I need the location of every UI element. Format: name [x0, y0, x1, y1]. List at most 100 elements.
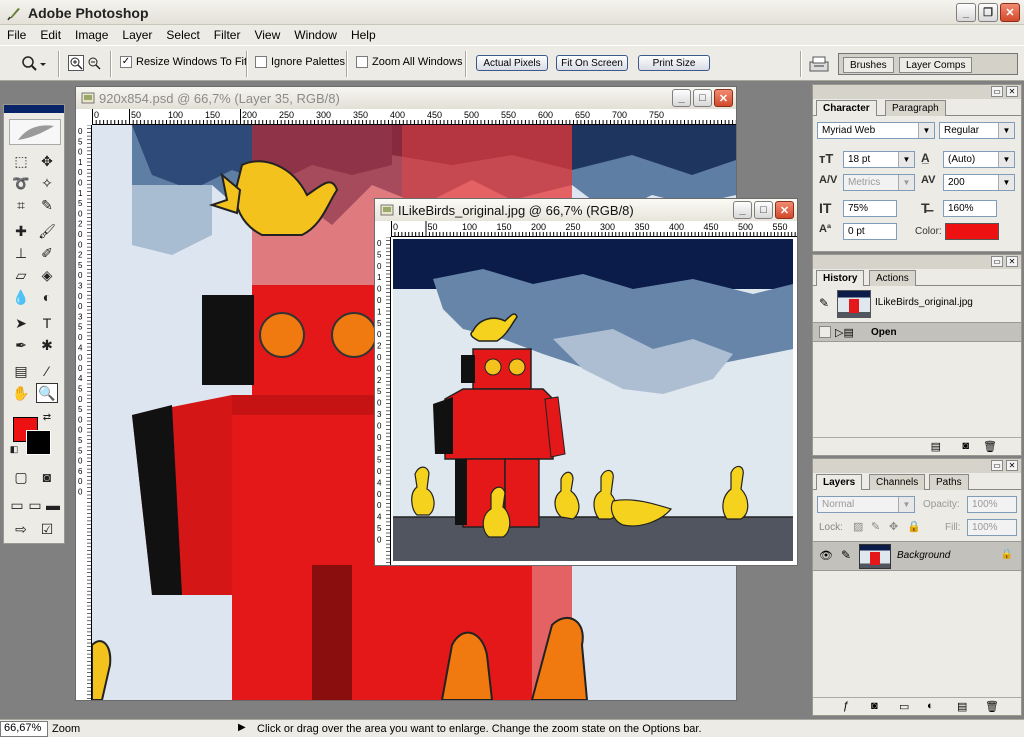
doc-close-button[interactable]: ✕ — [714, 89, 733, 107]
menu-select[interactable]: Select — [159, 28, 206, 42]
crop-tool[interactable]: ⌗ — [10, 195, 32, 215]
lock-transparency-icon[interactable]: ▨ — [853, 520, 863, 533]
dodge-tool[interactable]: ◐ — [36, 287, 58, 307]
menu-image[interactable]: Image — [68, 28, 115, 42]
notes-tool[interactable]: ▤ — [10, 361, 32, 381]
panel-close-icon[interactable]: ✕ — [1006, 460, 1018, 471]
zoom-level-field[interactable]: 66,67% — [0, 721, 48, 737]
history-snapshot-row[interactable]: ✎ ILikeBirds_original.jpg — [813, 287, 1021, 321]
opacity-field[interactable]: 100% — [967, 496, 1017, 513]
paint-bucket-tool[interactable]: ◈ — [36, 265, 58, 285]
zoom-all-windows-checkbox[interactable]: Zoom All Windows — [356, 56, 462, 68]
screen-mode-standard[interactable]: ▭ — [8, 495, 26, 515]
type-tool[interactable]: T — [36, 313, 58, 333]
adobe-online-button[interactable] — [9, 119, 61, 145]
tab-history[interactable]: History — [816, 270, 865, 286]
custom-shape-tool[interactable]: ✱ — [36, 335, 58, 355]
screen-mode-full-menu[interactable]: ▭ — [26, 495, 44, 515]
menu-file[interactable]: File — [0, 28, 33, 42]
blend-mode-select[interactable]: Normal ▼ — [817, 496, 915, 513]
font-style-select[interactable]: Regular ▼ — [939, 122, 1015, 139]
document-title-bar[interactable]: 920x854.psd @ 66,7% (Layer 35, RGB/8) _ … — [76, 87, 736, 109]
quick-mask-button[interactable]: ◙ — [36, 467, 58, 487]
new-group-icon[interactable]: ▭ — [899, 700, 909, 713]
doc-minimize-button[interactable]: _ — [733, 201, 752, 219]
doc-close-button[interactable]: ✕ — [775, 201, 794, 219]
resize-windows-checkbox[interactable]: ✓ Resize Windows To Fit — [120, 56, 247, 68]
ignore-palettes-checkbox[interactable]: Ignore Palettes — [255, 56, 345, 68]
canvas-robot-and-birds[interactable] — [393, 239, 793, 561]
panel-close-icon[interactable]: ✕ — [1006, 256, 1018, 267]
tab-paths[interactable]: Paths — [929, 474, 969, 490]
pen-tool[interactable]: ✒ — [10, 335, 32, 355]
status-menu-arrow-icon[interactable]: ▶ — [238, 722, 246, 733]
eyedropper-tool[interactable]: ⁄ — [36, 361, 58, 381]
healing-brush-tool[interactable]: ✚ — [10, 221, 32, 241]
lock-position-icon[interactable]: ✥ — [889, 520, 898, 533]
tracking-field[interactable]: 200 ▼ — [943, 174, 1015, 191]
vertical-ruler[interactable]: 050100150200250300350400450500550600 — [76, 125, 92, 700]
horizontal-ruler[interactable]: 0 50 100 150 200 250 300 350 400 450 500 550 600 650 7… — [92, 109, 736, 125]
file-browser-icon[interactable] — [808, 54, 830, 74]
history-state-row[interactable]: ▷▤ Open — [813, 322, 1021, 342]
tab-actions[interactable]: Actions — [869, 270, 916, 286]
menu-view[interactable]: View — [247, 28, 287, 42]
jump-to-imageready-icon[interactable]: ⇨ — [10, 519, 32, 539]
fill-field[interactable]: 100% — [967, 519, 1017, 536]
tab-layers[interactable]: Layers — [816, 474, 863, 490]
tab-character[interactable]: Character — [816, 100, 877, 116]
lock-all-icon[interactable]: 🔒 — [907, 520, 921, 533]
hand-tool[interactable]: ✋ — [10, 383, 32, 403]
zoom-tool-icon[interactable] — [20, 55, 46, 73]
eye-visibility-icon[interactable]: 👁 — [819, 549, 833, 562]
menu-help[interactable]: Help — [344, 28, 383, 42]
panel-minimize-icon[interactable]: ▭ — [991, 86, 1003, 97]
eraser-tool[interactable]: ▱ — [10, 265, 32, 285]
menu-window[interactable]: Window — [287, 28, 344, 42]
magic-wand-tool[interactable]: ✧ — [36, 173, 58, 193]
adjustment-layer-icon[interactable]: ◐ — [927, 700, 934, 712]
menu-filter[interactable]: Filter — [207, 28, 248, 42]
background-color-swatch[interactable] — [26, 430, 51, 455]
layer-style-icon[interactable]: ƒ — [843, 700, 849, 712]
vertical-scale-field[interactable]: 75% — [843, 200, 897, 217]
font-size-field[interactable]: 18 pt ▼ — [843, 151, 915, 168]
history-brush-tool[interactable]: ✐ — [36, 243, 58, 263]
well-tab-brushes[interactable]: Brushes — [843, 57, 894, 73]
new-snapshot-icon[interactable]: ◙ — [962, 440, 969, 452]
doc-minimize-button[interactable]: _ — [672, 89, 691, 107]
panel-minimize-icon[interactable]: ▭ — [991, 460, 1003, 471]
fit-on-screen-button[interactable]: Fit On Screen — [556, 55, 628, 71]
zoom-tool[interactable]: 🔍 — [36, 383, 58, 403]
move-tool[interactable]: ✥ — [36, 151, 58, 171]
kerning-field[interactable]: Metrics ▼ — [843, 174, 915, 191]
path-selection-tool[interactable]: ➤ — [10, 313, 32, 333]
text-color-swatch[interactable] — [945, 223, 999, 240]
slice-tool[interactable]: ✎ — [36, 195, 58, 215]
clone-stamp-tool[interactable]: ⊥ — [10, 243, 32, 263]
standard-mode-button[interactable]: ▢ — [10, 467, 32, 487]
tab-paragraph[interactable]: Paragraph — [885, 100, 946, 116]
toolbox-grip[interactable] — [4, 105, 64, 113]
restore-button[interactable]: ❐ — [978, 3, 998, 22]
screen-mode-full[interactable]: ▬ — [44, 495, 62, 515]
trash-icon[interactable]: 🗑 — [983, 440, 997, 453]
panel-grip[interactable] — [813, 255, 1021, 269]
panel-close-icon[interactable]: ✕ — [1006, 86, 1018, 97]
menu-edit[interactable]: Edit — [33, 28, 68, 42]
horizontal-ruler[interactable]: 0 50 100 150 200 250 300 350 400 450 500 550 — [391, 221, 797, 237]
well-tab-layer-comps[interactable]: Layer Comps — [899, 57, 973, 73]
close-button[interactable]: ✕ — [1000, 3, 1020, 22]
edit-in-imageready-icon[interactable]: ☑ — [36, 519, 58, 539]
baseline-shift-field[interactable]: 0 pt — [843, 223, 897, 240]
lock-pixels-icon[interactable]: ✎ — [871, 520, 880, 533]
zoom-in-icon[interactable] — [68, 55, 84, 71]
actual-pixels-button[interactable]: Actual Pixels — [476, 55, 548, 71]
leading-field[interactable]: (Auto) ▼ — [943, 151, 1015, 168]
panel-minimize-icon[interactable]: ▭ — [991, 256, 1003, 267]
font-family-select[interactable]: Myriad Web ▼ — [817, 122, 935, 139]
blur-tool[interactable]: 💧 — [10, 287, 32, 307]
document-title-bar[interactable]: ILikeBirds_original.jpg @ 66,7% (RGB/8) … — [375, 199, 797, 221]
marquee-tool[interactable]: ⬚ — [10, 151, 32, 171]
layer-row-background[interactable]: 👁 ✎ Background 🔒 — [813, 541, 1021, 571]
